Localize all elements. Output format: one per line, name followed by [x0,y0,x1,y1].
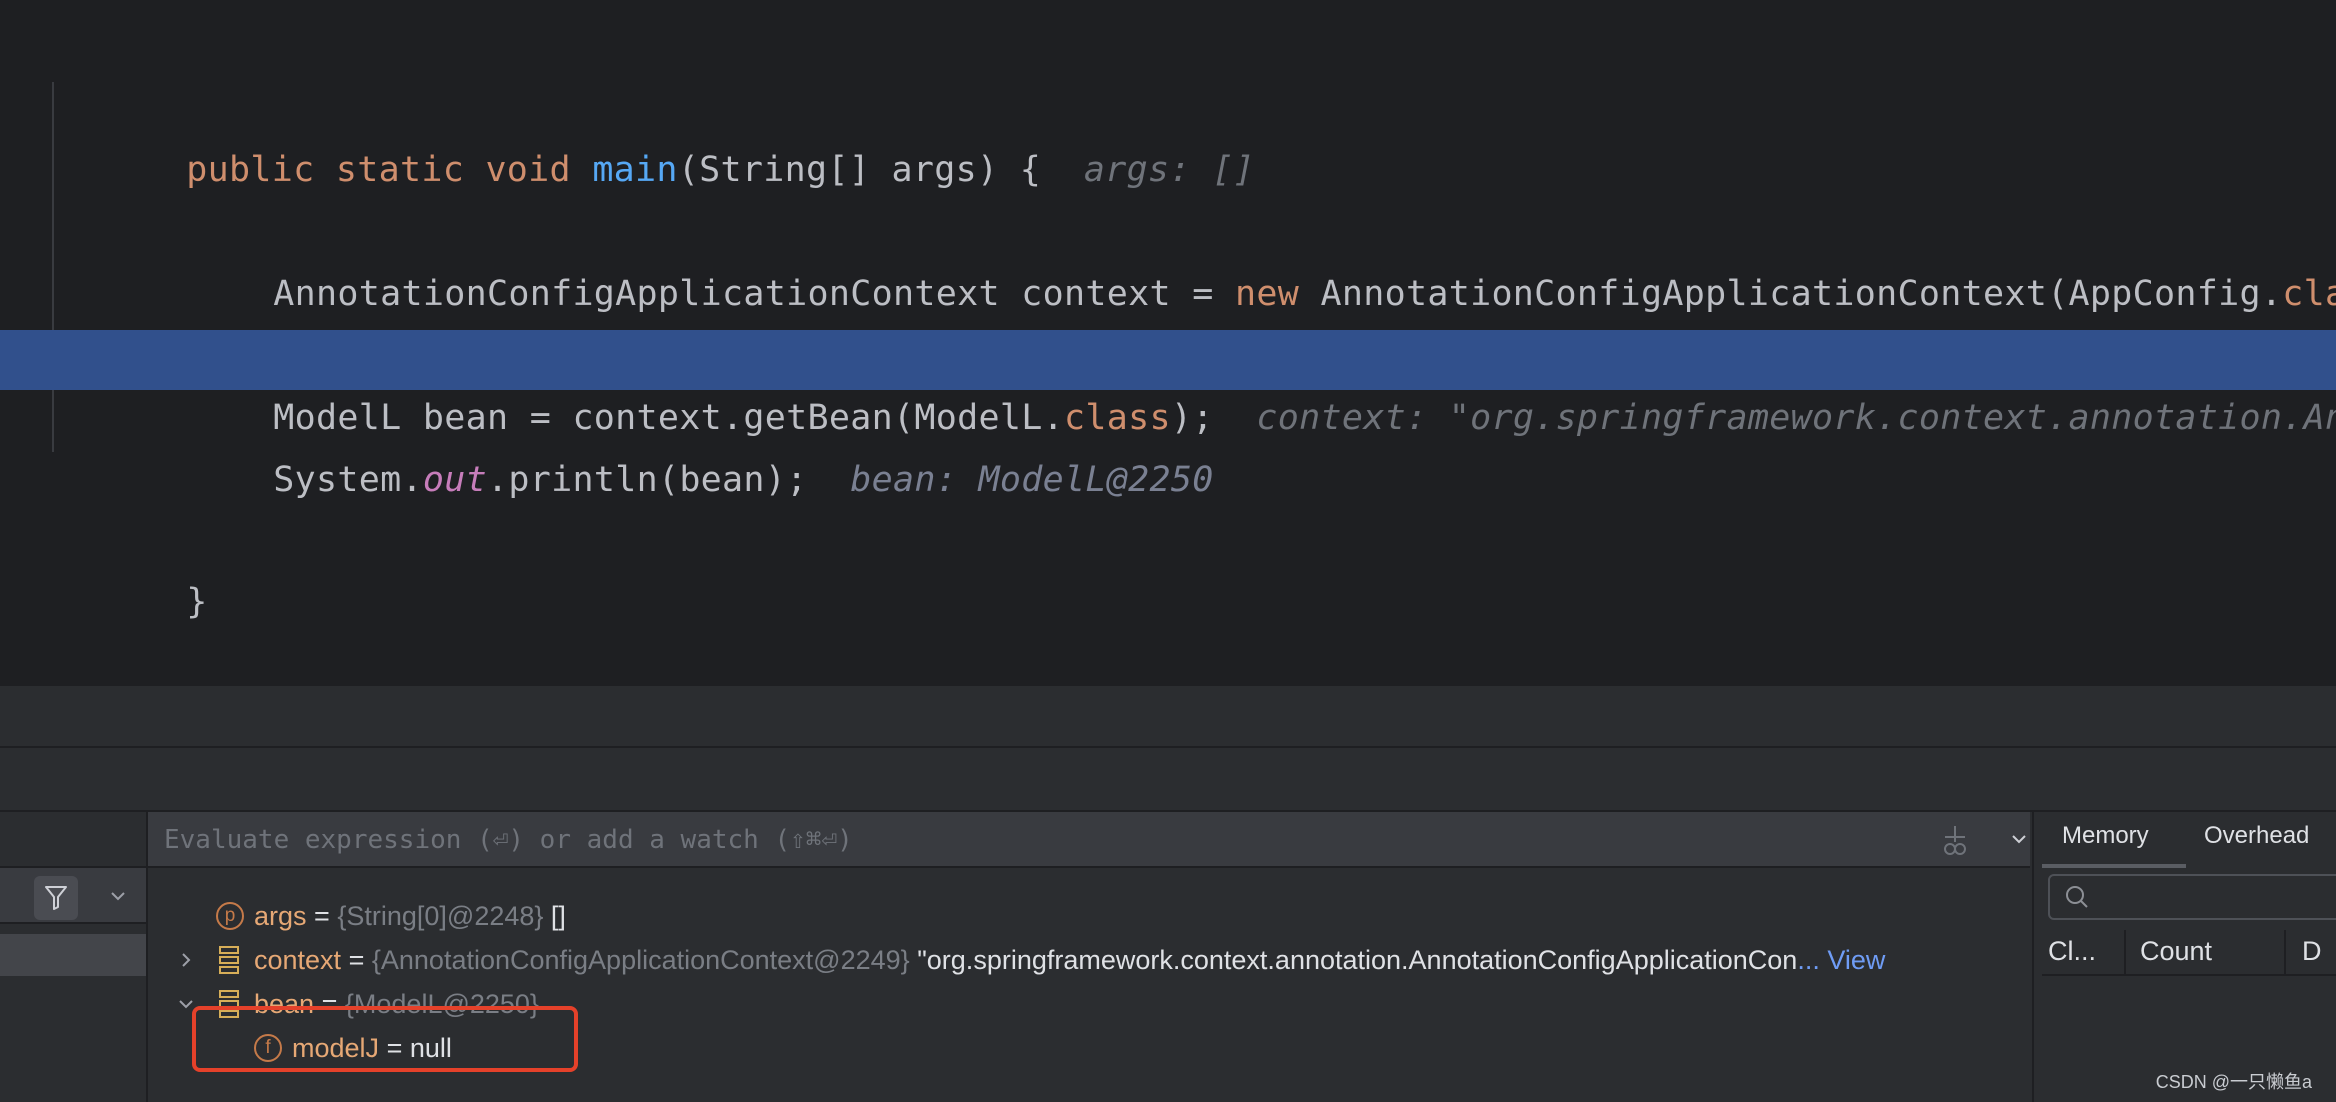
variable-type: {AnnotationConfigApplicationContext@2249… [371,945,910,975]
variable-row[interactable]: context = {AnnotationConfigApplicationCo… [176,938,2026,982]
variable-value: [] [550,901,566,931]
watermark: CSDN @一只懒鱼a [2155,1072,2312,1092]
frames-header [0,812,146,868]
inline-value-hint: context: "org.springframework.context.an… [1256,398,2336,438]
code-line-1[interactable]: public static void main(String[] args) {… [0,20,2336,190]
chevron-down-icon[interactable] [2008,828,2030,850]
column-header-diff[interactable]: D [2302,928,2322,974]
code-line-5[interactable]: ModelL bean = context.getBean(ModelL.cla… [0,268,2336,438]
variable-value: "org.springframework.context.annotation.… [917,945,1798,975]
parameter-icon: p [216,902,244,930]
column-divider[interactable] [2284,930,2286,974]
filter-button[interactable] [34,876,78,920]
header-border [2042,974,2336,976]
token: } [186,582,208,622]
tab-overhead[interactable]: Overhead [2204,822,2309,850]
column-header-class[interactable]: Cl... [2048,928,2096,974]
debugger-panel: p args = {String[0]@2248} [] context = {… [0,812,2336,1102]
variable-name: context [254,945,342,975]
column-header-count[interactable]: Count [2140,928,2212,974]
code-line-3[interactable]: AnnotationConfigApplicationContext conte… [0,144,2336,314]
chevron-down-icon[interactable] [108,886,128,906]
variables-tree: p args = {String[0]@2248} [] context = {… [148,868,2030,1102]
equals-sign: = [348,945,365,975]
annotation-highlight-box [192,1006,578,1072]
variable-type: {String[0]@2248} [337,901,544,931]
truncation-ellipsis: ... [1797,945,1820,975]
search-icon [2066,886,2088,908]
column-divider[interactable] [2124,930,2126,974]
object-icon [219,946,239,974]
code-editor[interactable]: public static void main(String[] args) {… [0,0,2336,686]
memory-search-input[interactable] [2094,882,2336,914]
memory-search[interactable] [2048,874,2336,920]
current-execution-line[interactable]: System.out.println(bean); bean: ModelL@2… [0,330,2336,500]
memory-panel: Memory Overhead Cl... Count D [2032,812,2336,1102]
debug-toolbar [0,748,2336,812]
view-link[interactable]: View [1827,945,1885,975]
frames-panel [0,812,148,1102]
variable-name: args [254,901,307,931]
evaluate-expression-input[interactable] [162,820,1866,860]
add-watch-icon[interactable] [1938,824,1972,858]
code-line-9[interactable]: } [0,452,2336,622]
editor-status-strip [0,686,2336,748]
equals-sign: = [314,901,330,931]
active-tab-indicator [2042,864,2186,868]
code-text: } [58,512,208,692]
filter-icon [45,886,67,910]
chevron-right-icon[interactable] [176,950,196,970]
selected-frame[interactable] [0,934,146,976]
frames-toolbar [0,868,146,924]
tab-memory[interactable]: Memory [2062,822,2149,850]
evaluate-bar [148,812,2030,868]
